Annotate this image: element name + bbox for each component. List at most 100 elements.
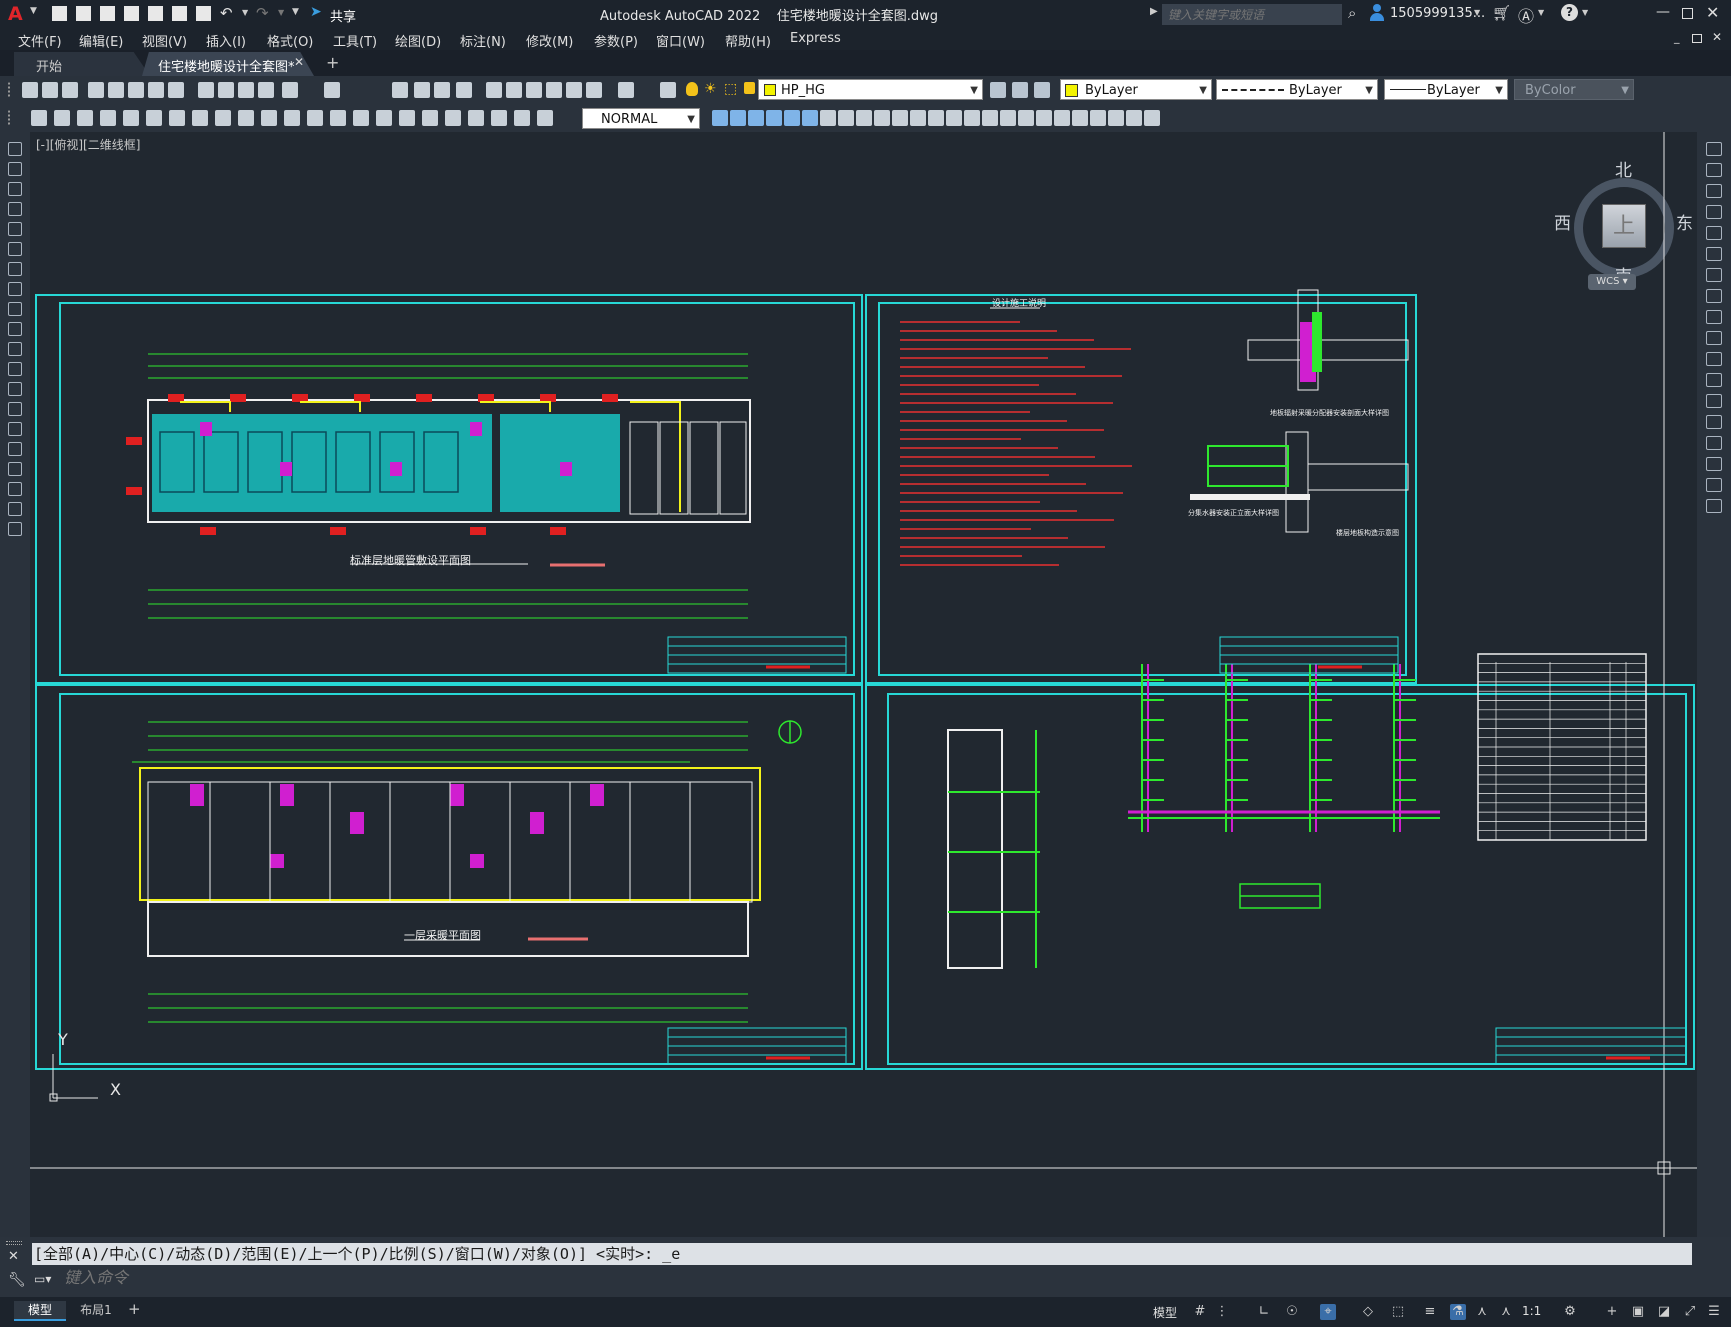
- cmd-prompt-icon[interactable]: ▭▾: [34, 1272, 51, 1286]
- mirror-icon[interactable]: [766, 110, 782, 126]
- break-icon[interactable]: [376, 110, 392, 126]
- menu-item[interactable]: 帮助(H): [725, 31, 771, 50]
- break-icon[interactable]: [946, 110, 962, 126]
- break-at-point-icon[interactable]: [928, 110, 944, 126]
- plot-icon[interactable]: [196, 6, 211, 21]
- menu-item[interactable]: Express: [790, 31, 841, 46]
- tab-start[interactable]: 开始: [14, 52, 150, 76]
- grip-handle-icon[interactable]: [8, 110, 24, 126]
- insert-block-icon[interactable]: [8, 362, 22, 376]
- make-current-icon[interactable]: [31, 110, 47, 126]
- arc-length-icon[interactable]: [146, 110, 162, 126]
- jog-linear-icon[interactable]: [468, 110, 484, 126]
- layer-sun-icon[interactable]: ☀: [704, 81, 717, 97]
- explode-icon[interactable]: [1018, 110, 1034, 126]
- redo-dropdown-icon[interactable]: ▼: [278, 8, 284, 17]
- menu-item[interactable]: 插入(I): [206, 31, 246, 50]
- array-icon[interactable]: [1706, 226, 1722, 240]
- rectangle-icon[interactable]: [8, 222, 22, 236]
- auto-scale-icon[interactable]: ⋏: [1498, 1304, 1514, 1320]
- annotation-monitor-icon[interactable]: ⚗: [1450, 1304, 1466, 1320]
- zoom-previous-icon[interactable]: [456, 82, 472, 98]
- mirror-icon[interactable]: [1706, 184, 1722, 198]
- save-as-icon[interactable]: [124, 6, 139, 21]
- aligned-dim-icon[interactable]: [123, 110, 139, 126]
- doc-restore-icon[interactable]: [1692, 34, 1702, 43]
- tool-palettes-icon[interactable]: [526, 82, 542, 98]
- region-icon[interactable]: [8, 462, 22, 476]
- app-menu-chevron-icon[interactable]: ▼: [30, 6, 37, 16]
- isolate-objects-icon[interactable]: ◪: [1656, 1304, 1672, 1320]
- redo-icon[interactable]: [324, 82, 340, 98]
- layer-freeze-vp-icon[interactable]: ⬚: [724, 81, 737, 97]
- arc-icon[interactable]: [8, 242, 22, 256]
- tab-model[interactable]: 模型: [14, 1301, 66, 1321]
- workspace-icon[interactable]: ⚙: [1562, 1304, 1578, 1320]
- cmd-grip[interactable]: [6, 1241, 22, 1245]
- make-block-icon[interactable]: [8, 382, 22, 396]
- array-icon[interactable]: [802, 110, 818, 126]
- menu-item[interactable]: 修改(M): [526, 31, 573, 50]
- spline-icon[interactable]: [8, 302, 22, 316]
- undo-dropdown-icon[interactable]: ▼: [242, 8, 248, 17]
- plotstyle-combo[interactable]: ByColor ▼: [1514, 79, 1634, 100]
- match-properties-icon[interactable]: [238, 82, 254, 98]
- dimstyle-combo[interactable]: NORMAL ▼: [582, 108, 700, 129]
- share-button[interactable]: 共享: [330, 6, 356, 25]
- search-input[interactable]: [1162, 4, 1342, 25]
- fullscreen-icon[interactable]: ⤢: [1682, 1304, 1698, 1320]
- autodesk-app-icon[interactable]: Ⓐ: [1518, 3, 1534, 27]
- search-expand-icon[interactable]: ▶: [1150, 6, 1158, 17]
- layer-lock-icon[interactable]: [744, 82, 755, 94]
- join-icon[interactable]: [1706, 415, 1722, 429]
- offset-icon[interactable]: [1706, 205, 1722, 219]
- snap-mode-icon[interactable]: ⋮: [1214, 1304, 1230, 1320]
- make-block-icon[interactable]: [1054, 110, 1070, 126]
- dim-style-icon[interactable]: [712, 110, 728, 126]
- break-at-point-icon[interactable]: [1706, 373, 1722, 387]
- previous-layer-icon[interactable]: [1012, 82, 1028, 98]
- cart-icon[interactable]: 🛒︎: [1492, 4, 1511, 22]
- match-layer-icon[interactable]: [990, 82, 1006, 98]
- move-icon[interactable]: [1706, 247, 1722, 261]
- join-icon[interactable]: [964, 110, 980, 126]
- insert-block-icon[interactable]: [1036, 110, 1052, 126]
- new-tab-button[interactable]: +: [326, 53, 339, 72]
- hardware-accel-icon[interactable]: ▣: [1630, 1304, 1646, 1320]
- paste-icon[interactable]: [218, 82, 234, 98]
- cmd-close-icon[interactable]: ✕: [8, 1249, 19, 1264]
- new-icon[interactable]: [22, 82, 38, 98]
- copy-object-icon[interactable]: [748, 110, 764, 126]
- layer-combo[interactable]: HP_HG ▼: [758, 79, 983, 100]
- properties-icon[interactable]: [486, 82, 502, 98]
- menu-item[interactable]: 工具(T): [333, 31, 377, 50]
- user-name[interactable]: 1505999135...: [1390, 6, 1485, 21]
- zoom-realtime-icon[interactable]: [414, 82, 430, 98]
- break-icon[interactable]: [1706, 394, 1722, 408]
- drawing-sheets[interactable]: [30, 132, 1697, 1237]
- fillet-icon[interactable]: [1000, 110, 1016, 126]
- zoom-window-icon[interactable]: [434, 82, 450, 98]
- offset-icon[interactable]: [784, 110, 800, 126]
- layer-isolate-icon[interactable]: [1034, 82, 1050, 98]
- point-icon[interactable]: [1072, 110, 1088, 126]
- annotation-visibility-icon[interactable]: ⋏: [1474, 1304, 1490, 1320]
- revision-cloud-icon[interactable]: [8, 282, 22, 296]
- drawing-canvas[interactable]: [-][俯视][二维线框] 上 北 南 西 东 WCS ▾: [30, 132, 1697, 1237]
- color-combo[interactable]: ByLayer ▼: [1060, 79, 1212, 100]
- menu-item[interactable]: 视图(V): [142, 31, 187, 50]
- copy-icon[interactable]: [1706, 163, 1722, 177]
- menu-item[interactable]: 绘图(D): [395, 31, 441, 50]
- undo-icon[interactable]: [282, 82, 298, 98]
- tab-active-drawing[interactable]: 住宅楼地暖设计全套图* ✕: [142, 52, 314, 76]
- fillet-icon[interactable]: [1706, 457, 1722, 471]
- stretch-icon[interactable]: [1706, 310, 1722, 324]
- plot-preview-icon[interactable]: [108, 82, 124, 98]
- redo-icon[interactable]: ↷: [256, 4, 269, 22]
- help-icon[interactable]: [618, 82, 634, 98]
- layer-state-icon[interactable]: [77, 110, 93, 126]
- angular-icon[interactable]: [261, 110, 277, 126]
- add-selected-icon[interactable]: [8, 522, 22, 536]
- hatch-icon[interactable]: [1090, 110, 1106, 126]
- menu-item[interactable]: 窗口(W): [656, 31, 705, 50]
